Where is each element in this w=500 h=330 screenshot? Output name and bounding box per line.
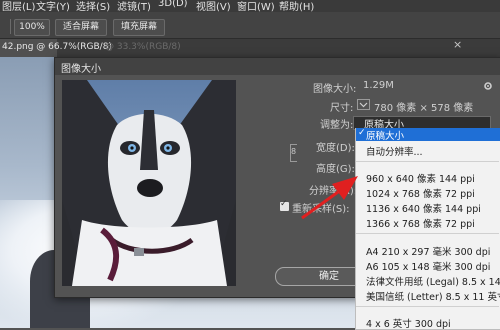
- document-tab-label: 42.png @ 66.7%(RGB/8): [2, 42, 112, 52]
- check-icon: ✓: [358, 128, 366, 138]
- zoom-100-button[interactable]: 100%: [14, 19, 50, 36]
- dropdown-item-960x640[interactable]: 960 x 640 像素 144 ppi: [366, 171, 475, 185]
- dimensions-value: 780 像素 × 578 像素: [374, 103, 474, 114]
- dialog-title-bar[interactable]: 图像大小: [55, 58, 500, 75]
- chevron-down-icon: [359, 102, 368, 108]
- dropdown-separator: [356, 161, 499, 162]
- dropdown-separator: [356, 233, 499, 234]
- dropdown-item-original-size[interactable]: 原稿大小: [356, 128, 500, 142]
- check-icon: ✓: [280, 199, 288, 209]
- dropdown-item-legal[interactable]: 法律文件用纸 (Legal) 8.5 x 14 英寸: [366, 274, 500, 288]
- image-size-value: 1.29M: [363, 80, 394, 91]
- width-label: 宽度(D):: [316, 143, 355, 154]
- dropdown-item-label: 原稿大小: [366, 131, 405, 142]
- gear-icon[interactable]: [483, 81, 493, 91]
- document-tab-faded[interactable]: @ 33.3%(RGB/8): [105, 42, 181, 52]
- dropdown-item-letter[interactable]: 美国信纸 (Letter) 8.5 x 11 英寸 3: [366, 289, 500, 303]
- close-icon[interactable]: ×: [453, 38, 462, 51]
- dimensions-unit-dropdown[interactable]: [357, 99, 370, 110]
- dropdown-item-a6[interactable]: A6 105 x 148 毫米 300 dpi: [366, 259, 490, 273]
- dialog-title: 图像大小: [61, 64, 101, 75]
- image-size-label: 图像大小:: [313, 84, 357, 95]
- menu-bar: 图层(L) 文字(Y) 选择(S) 滤镜(T) 3D(D) 视图(V) 窗口(W…: [0, 0, 500, 13]
- dropdown-item-a4[interactable]: A4 210 x 297 毫米 300 dpi: [366, 244, 490, 258]
- resample-checkbox[interactable]: ✓: [280, 199, 289, 211]
- dropdown-item-1366x768[interactable]: 1366 x 768 像素 72 ppi: [366, 216, 475, 230]
- dropdown-item-auto-resolution[interactable]: 自动分辨率...: [366, 144, 423, 158]
- dropdown-item-1024x768[interactable]: 1024 x 768 像素 72 ppi: [366, 186, 475, 200]
- link-chain-glyph: 8: [291, 147, 297, 156]
- image-preview[interactable]: [62, 80, 236, 286]
- menu-item-3d[interactable]: 3D(D): [158, 0, 188, 9]
- divider: [10, 19, 11, 34]
- red-arrow-annotation: [301, 176, 358, 220]
- document-tab[interactable]: 42.png @ 66.7%(RGB/8): [0, 39, 112, 57]
- dimensions-label: 尺寸:: [330, 103, 354, 114]
- dropdown-separator: [356, 306, 499, 307]
- husky-photo: [62, 80, 236, 286]
- fit-screen-button[interactable]: 适合屏幕: [55, 19, 107, 36]
- dropdown-item-1136x640[interactable]: 1136 x 640 像素 144 ppi: [366, 201, 481, 215]
- fit-to-label: 调整为:: [320, 120, 354, 131]
- fill-screen-button[interactable]: 填充屏幕: [113, 19, 165, 36]
